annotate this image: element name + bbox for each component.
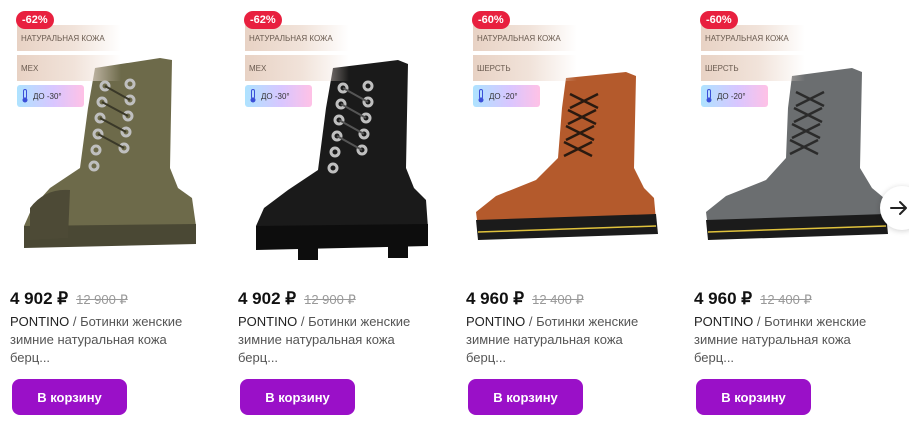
thermometer-icon [22, 89, 28, 103]
discount-badge: -62% [16, 11, 54, 29]
current-price: 4 902 ₽ [238, 289, 297, 308]
old-price: 12 400 ₽ [532, 292, 584, 307]
product-title[interactable]: PONTINO / Ботинки женские зимние натурал… [238, 313, 438, 367]
temperature-label: ДО -20° [489, 91, 518, 101]
add-to-cart-button[interactable]: В корзину [12, 379, 127, 415]
product-title[interactable]: PONTINO / Ботинки женские зимние натурал… [10, 313, 210, 367]
temperature-badge: ДО -20° [701, 85, 768, 107]
brand-name: PONTINO [10, 314, 70, 329]
price-row: 4 902 ₽ 12 900 ₽ [10, 289, 128, 309]
temperature-label: ДО -30° [33, 91, 62, 101]
arrow-right-icon [890, 201, 907, 215]
current-price: 4 902 ₽ [10, 289, 69, 308]
product-card[interactable]: -60% НАТУРАЛЬНАЯ КОЖА ШЕРСТЬ ДО -20° 4 9… [694, 8, 908, 423]
thermometer-icon [250, 89, 256, 103]
discount-badge: -60% [472, 11, 510, 29]
discount-badge: -60% [700, 11, 738, 29]
discount-badge: -62% [244, 11, 282, 29]
old-price: 12 400 ₽ [760, 292, 812, 307]
product-title[interactable]: PONTINO / Ботинки женские зимние натурал… [694, 313, 894, 367]
old-price: 12 900 ₽ [76, 292, 128, 307]
temperature-badge: ДО -20° [473, 85, 540, 107]
price-row: 4 960 ₽ 12 400 ₽ [466, 289, 584, 309]
price-row: 4 960 ₽ 12 400 ₽ [694, 289, 812, 309]
current-price: 4 960 ₽ [694, 289, 753, 308]
brand-name: PONTINO [694, 314, 754, 329]
lining-tag: МЕХ [245, 55, 349, 81]
add-to-cart-button[interactable]: В корзину [696, 379, 811, 415]
product-title[interactable]: PONTINO / Ботинки женские зимние натурал… [466, 313, 666, 367]
brand-name: PONTINO [238, 314, 298, 329]
add-to-cart-button[interactable]: В корзину [468, 379, 583, 415]
thermometer-icon [706, 89, 712, 103]
add-to-cart-button[interactable]: В корзину [240, 379, 355, 415]
product-photo[interactable]: -60% НАТУРАЛЬНАЯ КОЖА ШЕРСТЬ ДО -20° [466, 8, 680, 278]
lining-tag: ШЕРСТЬ [701, 55, 805, 81]
current-price: 4 960 ₽ [466, 289, 525, 308]
temperature-label: ДО -20° [717, 91, 746, 101]
old-price: 12 900 ₽ [304, 292, 356, 307]
product-photo[interactable]: -62% НАТУРАЛЬНАЯ КОЖА МЕХ ДО -30° [10, 8, 224, 278]
temperature-badge: ДО -30° [17, 85, 84, 107]
price-row: 4 902 ₽ 12 900 ₽ [238, 289, 356, 309]
brand-name: PONTINO [466, 314, 526, 329]
thermometer-icon [478, 89, 484, 103]
lining-tag: МЕХ [17, 55, 121, 81]
temperature-label: ДО -30° [261, 91, 290, 101]
product-card[interactable]: -62% НАТУРАЛЬНАЯ КОЖА МЕХ ДО -30° 4 902 … [10, 8, 224, 423]
product-carousel: -62% НАТУРАЛЬНАЯ КОЖА МЕХ ДО -30° 4 902 … [10, 0, 890, 429]
product-photo[interactable]: -60% НАТУРАЛЬНАЯ КОЖА ШЕРСТЬ ДО -20° [694, 8, 908, 278]
product-photo[interactable]: -62% НАТУРАЛЬНАЯ КОЖА МЕХ ДО -30° [238, 8, 452, 278]
lining-tag: ШЕРСТЬ [473, 55, 577, 81]
product-card[interactable]: -62% НАТУРАЛЬНАЯ КОЖА МЕХ ДО -30° 4 902 … [238, 8, 452, 423]
product-card[interactable]: -60% НАТУРАЛЬНАЯ КОЖА ШЕРСТЬ ДО -20° 4 9… [466, 8, 680, 423]
temperature-badge: ДО -30° [245, 85, 312, 107]
